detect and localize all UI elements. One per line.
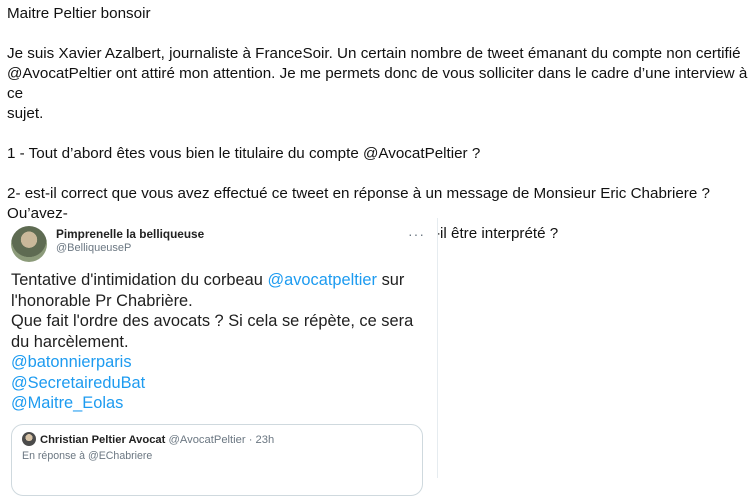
- tweet-text-part: Tentative d'intimidation du corbeau: [11, 271, 268, 289]
- more-dots-icon[interactable]: ···: [408, 226, 425, 242]
- tweet-text-line: l'honorable Pr Chabrière.: [11, 291, 193, 310]
- email-question-1: 1 - Tout d’abord êtes vous bien le titul…: [7, 145, 481, 162]
- tweet-author: Pimprenelle la belliqueuse @BelliqueuseP: [56, 227, 204, 255]
- mention-link[interactable]: @batonnierparis: [11, 352, 431, 373]
- email-intro-line-2: @AvocatPeltier ont attiré mon attention.…: [7, 65, 748, 102]
- quoted-tweet[interactable]: Christian Peltier Avocat @AvocatPeltier …: [11, 424, 423, 496]
- author-name[interactable]: Pimprenelle la belliqueuse: [56, 227, 204, 241]
- tweet-text-line: du harcèlement.: [11, 332, 129, 351]
- quoted-reply-to: En réponse à @EChabriere: [22, 450, 153, 462]
- mention-link[interactable]: @Maitre_Eolas: [11, 393, 431, 414]
- tweet-text-part: sur: [377, 271, 405, 289]
- tweet-text-line: Que fait l'ordre des avocats ? Si cela s…: [11, 312, 414, 330]
- mention-link[interactable]: @SecretaireduBat: [11, 373, 431, 394]
- email-intro-line-3: sujet.: [7, 105, 44, 122]
- quoted-tweet-header: Christian Peltier Avocat @AvocatPeltier …: [22, 432, 274, 447]
- quoted-separator: ·: [248, 434, 253, 446]
- quoted-time: 23h: [255, 434, 275, 446]
- quoted-author-handle: @AvocatPeltier: [168, 434, 246, 446]
- quoted-author-name: Christian Peltier Avocat: [40, 434, 166, 446]
- embedded-tweet: Pimprenelle la belliqueuse @BelliqueuseP…: [0, 218, 438, 496]
- mention-link[interactable]: @avocatpeltier: [267, 271, 377, 289]
- email-greeting: Maitre Peltier bonsoir: [7, 5, 151, 22]
- avatar[interactable]: [11, 226, 47, 262]
- avatar: [22, 432, 36, 446]
- email-intro-line-1: Je suis Xavier Azalbert, journaliste à F…: [7, 45, 741, 62]
- tweet-text: Tentative d'intimidation du corbeau @avo…: [11, 270, 431, 414]
- author-handle[interactable]: @BelliqueuseP: [56, 241, 204, 255]
- email-body: Maitre Peltier bonsoir Je suis Xavier Az…: [7, 4, 752, 244]
